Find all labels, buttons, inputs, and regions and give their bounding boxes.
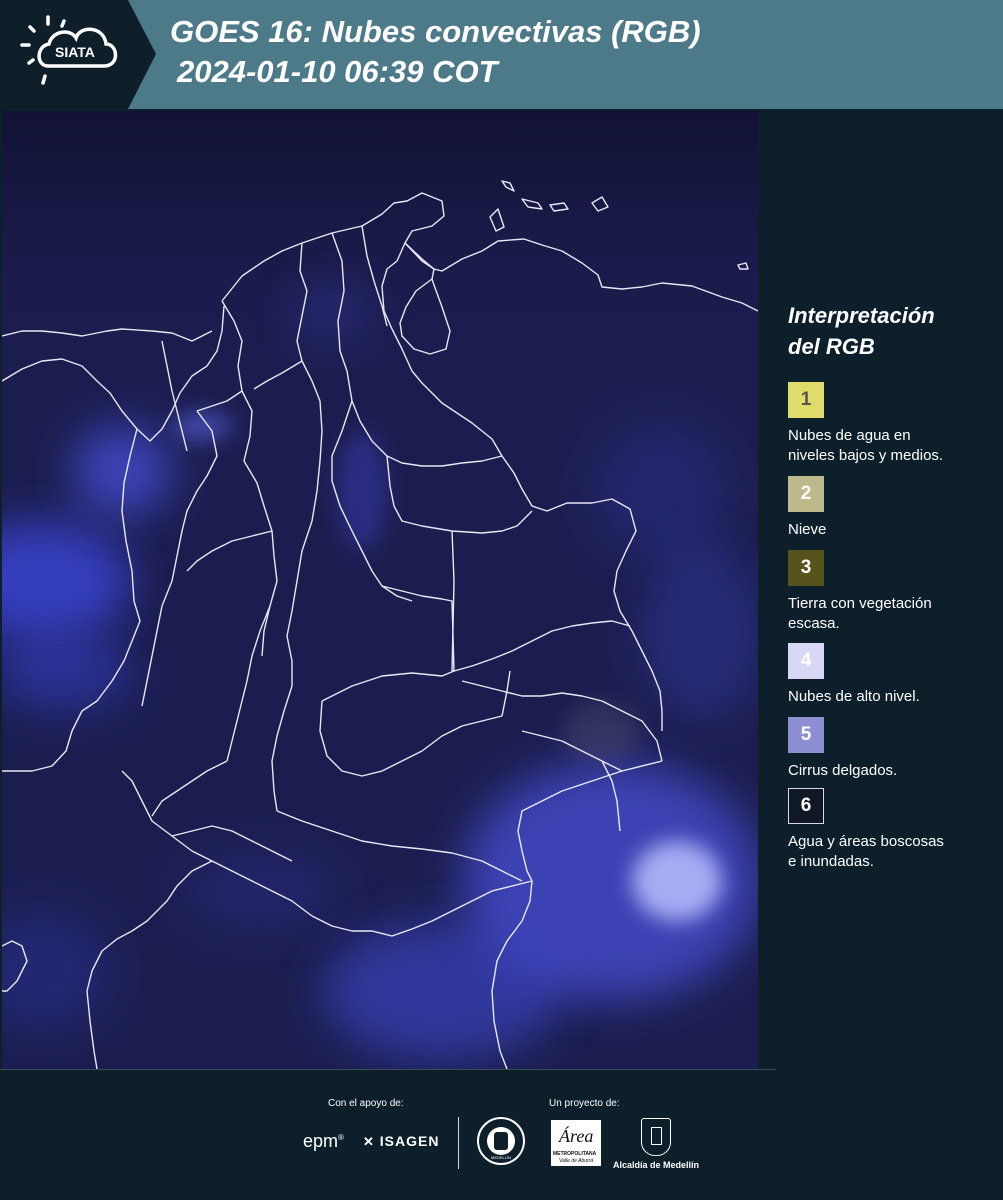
legend-swatch-6: 6: [788, 788, 824, 824]
medellin-seal-logo: MEDELLÍN: [477, 1117, 525, 1165]
title-line-2: 2024-01-10 06:39 COT: [177, 54, 498, 89]
legend-swatch-2: 2: [788, 476, 824, 512]
legend-label-3: Tierra con vegetación escasa.: [788, 595, 932, 632]
medellin-seal-text: MEDELLÍN: [490, 1155, 511, 1160]
legend-item-6: 6 Agua y áreas boscosas e inundadas.: [788, 788, 993, 872]
title-line-1: GOES 16: Nubes convectivas (RGB): [170, 14, 701, 49]
legend-label-6: Agua y áreas boscosas e inundadas.: [788, 833, 944, 870]
epm-logo: epm®: [303, 1131, 344, 1151]
alcaldia-logo-text: Alcaldía de Medellín: [613, 1160, 700, 1170]
satellite-map[interactable]: [2, 111, 758, 1069]
legend-panel: Interpretación del RGB: [788, 300, 988, 362]
siata-logo-text: SIATA: [55, 44, 95, 60]
header-bar: SIATA GOES 16: Nubes convectivas (RGB) 2…: [0, 0, 1003, 109]
legend-item-2: 2 Nieve: [788, 476, 993, 540]
legend-item-4: 4 Nubes de alto nivel.: [788, 643, 993, 707]
footer-vertical-divider: [458, 1117, 459, 1169]
legend-swatch-1: 1: [788, 382, 824, 418]
legend-item-1: 1 Nubes de agua en niveles bajos y medios.: [788, 382, 993, 466]
project-label: Un proyecto de:: [549, 1098, 620, 1109]
legend-label-4: Nubes de alto nivel.: [788, 688, 920, 705]
legend-item-5: 5 Cirrus delgados.: [788, 717, 993, 781]
support-label: Con el apoyo de:: [328, 1098, 404, 1109]
siata-logo: SIATA: [0, 0, 158, 109]
legend-label-5: Cirrus delgados.: [788, 762, 898, 779]
legend-title: Interpretación del RGB: [788, 303, 935, 359]
legend-swatch-5: 5: [788, 717, 824, 753]
isagen-logo: ✕ ISAGEN: [363, 1133, 440, 1149]
alcaldia-shield-icon: [641, 1118, 671, 1156]
legend-swatch-4: 4: [788, 643, 824, 679]
legend-item-3: 3 Tierra con vegetación escasa.: [788, 550, 993, 634]
area-metropolitana-logo: Área METROPOLITANA Valle de Aburrá: [551, 1120, 601, 1166]
legend-label-1: Nubes de agua en niveles bajos y medios.: [788, 427, 944, 464]
footer-divider: [0, 1069, 776, 1070]
legend-swatch-3: 3: [788, 550, 824, 586]
legend-label-2: Nieve: [788, 521, 827, 538]
